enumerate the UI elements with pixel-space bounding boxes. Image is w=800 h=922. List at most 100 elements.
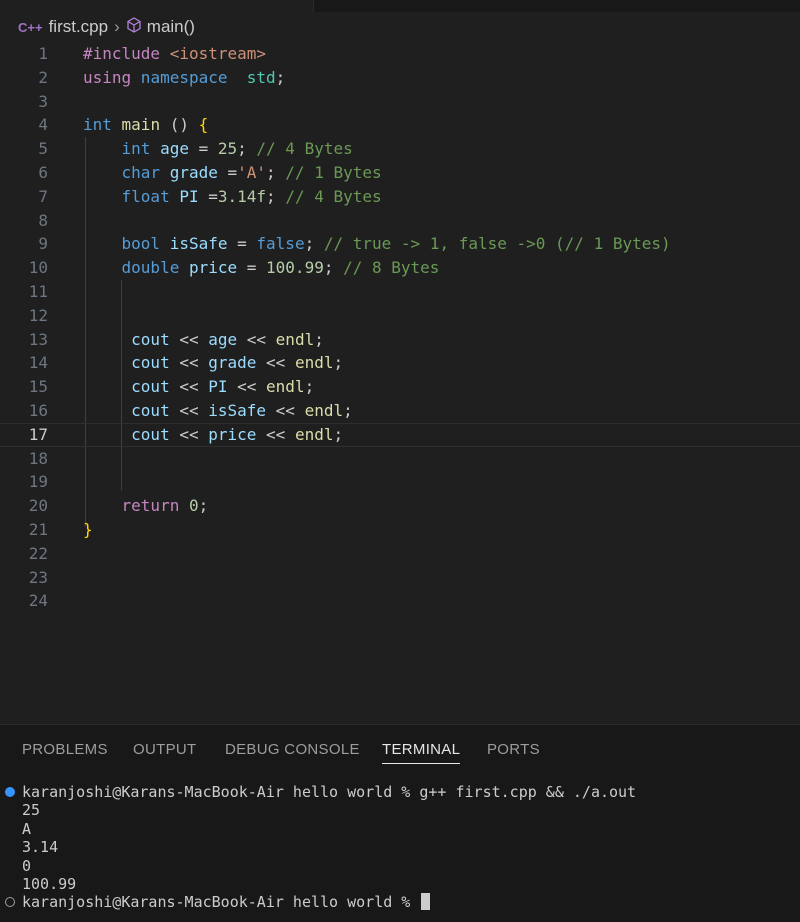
code-token: cout bbox=[83, 377, 170, 397]
tab-ports[interactable]: PORTS bbox=[487, 741, 540, 758]
code-token: () bbox=[160, 115, 189, 135]
code-token: endl bbox=[294, 353, 334, 373]
code-token: cout bbox=[83, 401, 170, 420]
code-token: ; bbox=[343, 401, 353, 420]
code-line: 2 using namespace std; bbox=[0, 66, 800, 90]
tab-terminal-label: TERMINAL bbox=[382, 741, 461, 758]
line-number: 22 bbox=[28, 543, 48, 563]
code-line: 22 bbox=[0, 542, 800, 566]
code-editor[interactable]: 1 #include <iostream> 2 using namespace st… bbox=[0, 42, 800, 722]
code-token: ; bbox=[323, 258, 344, 278]
code-line: 23 bbox=[0, 566, 800, 590]
terminal-line: 0 bbox=[22, 856, 32, 875]
code-token: ; bbox=[266, 163, 286, 182]
code-line-current: 17 cout << price << endl; bbox=[0, 422, 800, 447]
tab-debug-console[interactable]: DEBUG CONSOLE bbox=[225, 741, 360, 758]
code-line: 16 cout << isSafe << endl; bbox=[0, 399, 800, 423]
code-token: std bbox=[227, 67, 276, 87]
code-token: grade bbox=[160, 163, 218, 182]
code-token: << bbox=[227, 377, 267, 397]
code-token: ; bbox=[275, 67, 286, 87]
line-number: 11 bbox=[28, 282, 48, 301]
code-line: 7 float PI =3.14f; // 4 Bytes bbox=[0, 185, 800, 209]
code-token: 25 bbox=[217, 139, 238, 159]
line-number: 1 bbox=[38, 44, 48, 63]
terminal-prompt-line[interactable]: karanjoshi@Karans-MacBook-Air hello worl… bbox=[22, 893, 431, 912]
code-token: ; bbox=[266, 186, 286, 206]
line-number: 15 bbox=[28, 377, 48, 397]
code-token: cout bbox=[83, 329, 170, 349]
code-token: age bbox=[208, 329, 238, 349]
code-line: 12 bbox=[0, 304, 800, 328]
line-number: 14 bbox=[28, 353, 48, 373]
code-token: namespace bbox=[131, 67, 228, 87]
code-token: ; bbox=[237, 139, 257, 159]
code-token: << bbox=[256, 424, 295, 444]
line-number: 18 bbox=[28, 448, 48, 468]
terminal-prompt: karanjoshi@Karans-MacBook-Air hello worl… bbox=[22, 893, 420, 912]
breadcrumb-file[interactable]: first.cpp bbox=[49, 17, 109, 37]
code-token: = bbox=[198, 186, 218, 206]
code-line: 13 cout << age << endl; bbox=[0, 328, 800, 352]
tab-problems[interactable]: PROBLEMS bbox=[22, 741, 108, 758]
terminal-line: karanjoshi@Karans-MacBook-Air hello worl… bbox=[22, 783, 637, 801]
code-token: = bbox=[237, 258, 267, 278]
tab-output[interactable]: OUTPUT bbox=[133, 741, 196, 758]
code-token: grade bbox=[208, 353, 257, 373]
code-token: << bbox=[169, 353, 209, 373]
code-token: ; bbox=[333, 353, 344, 373]
code-line: 10 double price = 100.99; // 8 Bytes bbox=[0, 256, 800, 280]
command-pending-dot-icon[interactable] bbox=[5, 897, 15, 908]
line-number: 20 bbox=[28, 496, 48, 516]
active-tab-underline bbox=[382, 763, 461, 764]
code-token: isSafe bbox=[208, 401, 267, 420]
code-token: 3.14f bbox=[217, 186, 267, 206]
code-token: ; bbox=[333, 424, 344, 444]
code-token: << bbox=[237, 329, 276, 349]
active-editor-tab[interactable] bbox=[0, 0, 314, 12]
terminal-line: 25 bbox=[22, 801, 41, 820]
code-line: 1 #include <iostream> bbox=[0, 42, 800, 66]
terminal-line: 100.99 bbox=[22, 875, 77, 893]
code-token: ; bbox=[198, 496, 209, 516]
code-token: ; bbox=[304, 377, 315, 397]
code-token: endl bbox=[266, 377, 305, 397]
line-number: 7 bbox=[38, 186, 48, 206]
code-token: price bbox=[208, 424, 257, 444]
code-line: 20 return 0; bbox=[0, 494, 800, 518]
code-token: int bbox=[83, 139, 151, 159]
editor-tab-strip bbox=[0, 0, 800, 12]
code-token: = bbox=[188, 139, 218, 159]
code-line: 4 int main () { bbox=[0, 113, 800, 137]
code-token: = bbox=[217, 163, 238, 182]
line-number: 3 bbox=[38, 91, 48, 111]
code-token: // 4 Bytes bbox=[256, 139, 353, 159]
line-number: 2 bbox=[38, 67, 48, 87]
code-token: PI bbox=[169, 186, 199, 206]
code-token: age bbox=[150, 139, 189, 159]
line-number: 9 bbox=[38, 234, 48, 254]
code-token: << bbox=[169, 424, 209, 444]
code-line: 19 bbox=[0, 470, 800, 494]
line-number: 12 bbox=[28, 305, 48, 325]
code-line: 21} bbox=[0, 518, 800, 542]
code-token: return bbox=[83, 496, 180, 516]
code-token: 'A' bbox=[237, 163, 267, 182]
code-line: 6 char grade ='A'; // 1 Bytes bbox=[0, 161, 800, 185]
terminal-cursor bbox=[421, 893, 431, 911]
breadcrumb-symbol[interactable]: main() bbox=[147, 17, 195, 37]
line-number: 5 bbox=[38, 139, 48, 159]
code-token: using bbox=[83, 67, 132, 87]
tab-terminal[interactable]: TERMINAL bbox=[382, 741, 461, 764]
line-number: 19 bbox=[28, 472, 48, 492]
bottom-panel: PROBLEMS OUTPUT DEBUG CONSOLE TERMINAL P… bbox=[0, 724, 800, 922]
code-token: endl bbox=[294, 424, 334, 444]
code-token: // 4 Bytes bbox=[285, 186, 382, 206]
command-success-dot-icon[interactable] bbox=[5, 787, 15, 797]
terminal-line: A bbox=[22, 819, 32, 838]
chevron-right-icon: › bbox=[114, 17, 120, 36]
code-token: PI bbox=[208, 377, 228, 397]
code-line: 3 bbox=[0, 90, 800, 114]
line-number: 21 bbox=[28, 520, 48, 539]
code-token: << bbox=[169, 377, 209, 397]
